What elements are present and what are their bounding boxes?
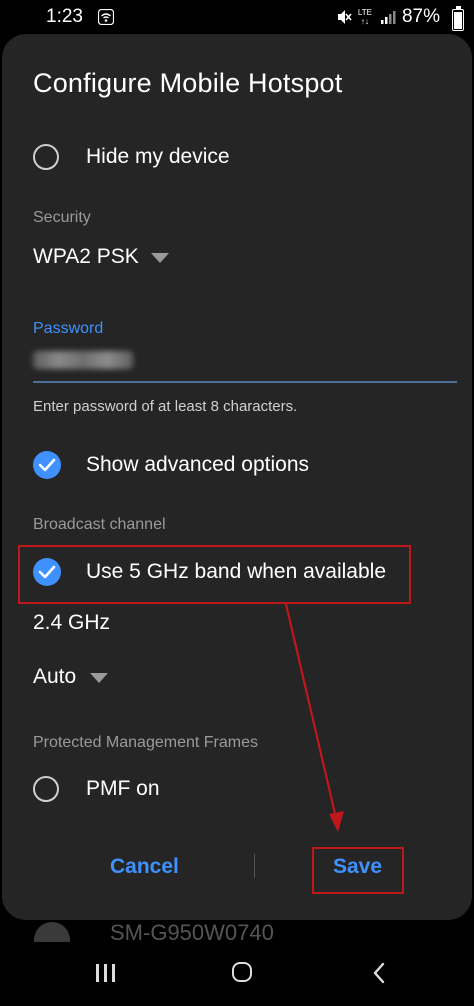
annotation-arrow [284,603,344,832]
background-list: SM-G950W0740 [0,920,474,942]
device-icon [34,922,70,942]
home-icon[interactable] [232,962,252,982]
background-device-name: SM-G950W0740 [110,920,274,942]
recents-icon[interactable] [96,964,116,982]
navigation-bar [0,942,474,1006]
back-icon[interactable] [372,962,386,984]
